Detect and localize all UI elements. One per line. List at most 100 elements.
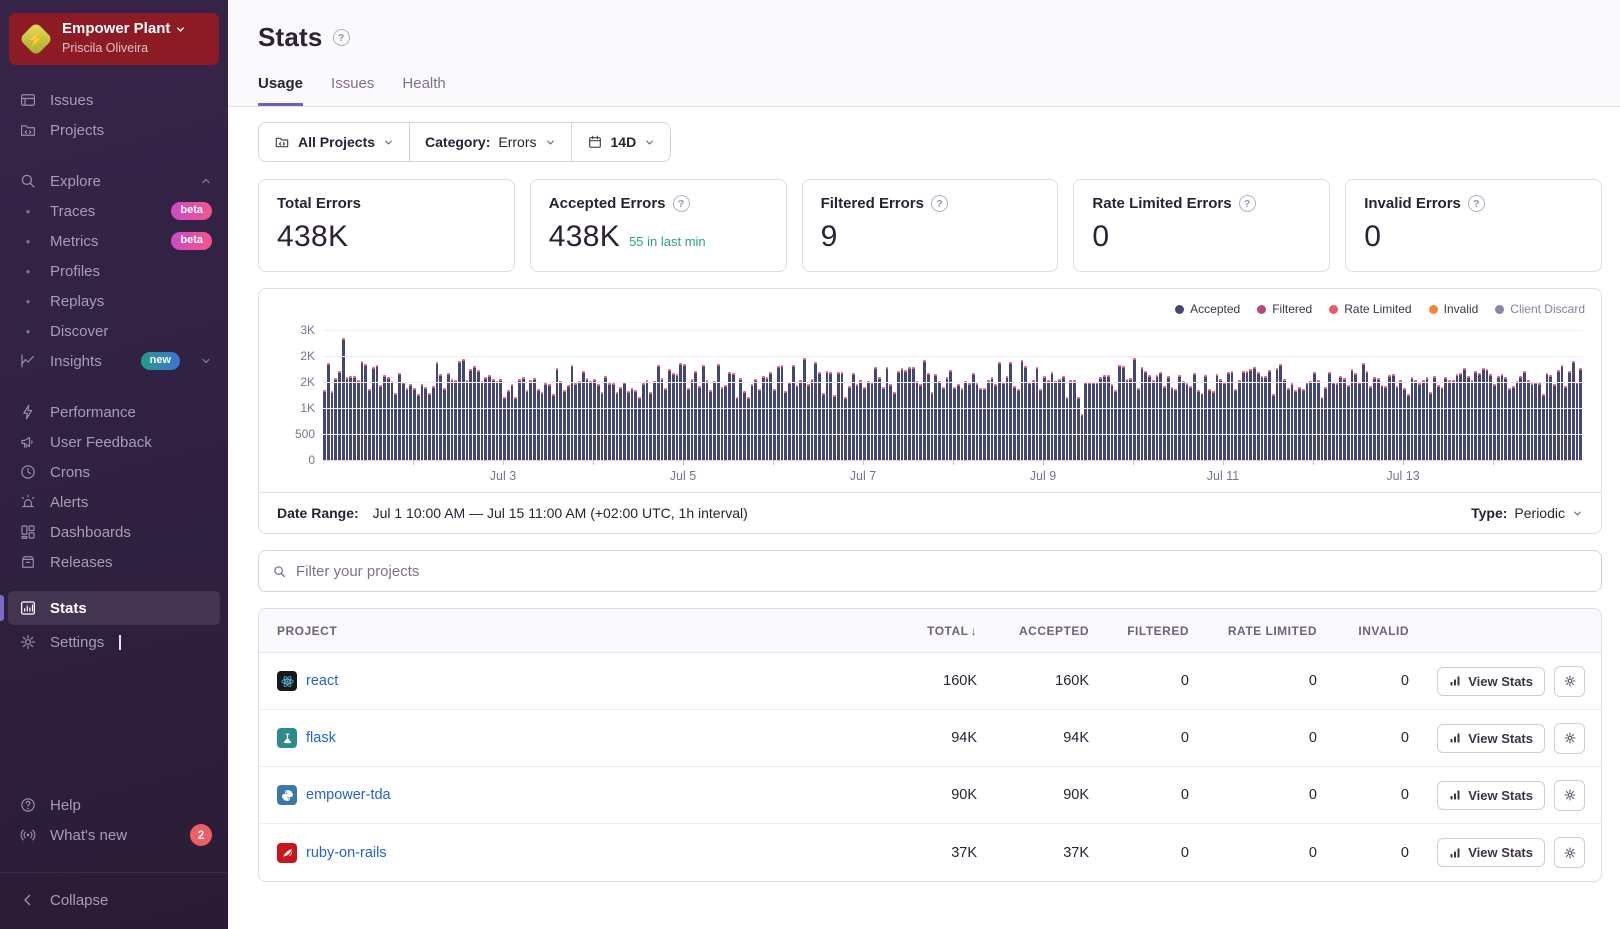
sidebar-item-dashboards[interactable]: Dashboards <box>0 517 228 547</box>
chart-bar <box>739 378 742 460</box>
x-axis-tick <box>683 460 684 465</box>
chart-bar <box>360 361 364 460</box>
invalid-errors-value: 0 <box>1364 220 1382 253</box>
help-icon[interactable]: ? <box>1238 195 1256 212</box>
col-invalid[interactable]: Invalid <box>1319 624 1411 638</box>
col-filtered[interactable]: Filtered <box>1091 624 1191 638</box>
view-stats-button[interactable]: View Stats <box>1437 666 1545 696</box>
gridline <box>323 356 1583 357</box>
search-input[interactable] <box>296 562 1588 580</box>
view-stats-button[interactable]: View Stats <box>1437 723 1545 753</box>
sidebar-item-user-feedback[interactable]: User Feedback <box>0 427 228 457</box>
project-filter-dropdown[interactable]: All Projects <box>259 123 409 161</box>
chart-bar <box>878 377 881 460</box>
chart-bar <box>1005 375 1009 460</box>
sidebar-item-discover[interactable]: • Discover <box>0 316 228 346</box>
chart-bar <box>1144 370 1147 460</box>
col-rate-limited[interactable]: Rate Limited <box>1191 624 1319 638</box>
chart-bar <box>1189 385 1192 460</box>
new-badge: new <box>140 351 180 371</box>
sidebar-item-explore[interactable]: Explore <box>0 166 228 196</box>
table-row: empower-tda 90K 90K 0 0 0 View Stats <box>259 767 1601 824</box>
sidebar-item-metrics[interactable]: • Metrics beta <box>0 226 228 256</box>
chart-bar <box>1103 375 1106 460</box>
project-link[interactable]: empower-tda <box>306 787 391 803</box>
chart-bar <box>1553 384 1556 460</box>
tab-health[interactable]: Health <box>402 75 445 106</box>
project-link[interactable]: flask <box>306 730 336 746</box>
sidebar-item-performance[interactable]: Performance <box>0 397 228 427</box>
view-stats-button[interactable]: View Stats <box>1437 838 1545 867</box>
chart-bar <box>833 395 836 460</box>
sidebar-item-help[interactable]: Help <box>0 790 228 820</box>
chart-legend: Accepted Filtered Rate Limited Invalid Clien… <box>275 302 1585 316</box>
sidebar-item-replays[interactable]: • Replays <box>0 286 228 316</box>
date-range-dropdown[interactable]: 14D <box>572 123 671 161</box>
tab-issues[interactable]: Issues <box>331 75 374 106</box>
type-dropdown[interactable]: Type: Periodic <box>1471 505 1583 521</box>
chart-bar <box>386 376 390 460</box>
calendar-icon <box>587 134 603 150</box>
chart-bar <box>690 379 694 460</box>
project-settings-button[interactable] <box>1554 665 1585 697</box>
chart-bar <box>600 391 604 460</box>
chart-bar <box>1504 377 1507 460</box>
tab-usage[interactable]: Usage <box>258 75 304 106</box>
sidebar-item-traces[interactable]: • Traces beta <box>0 196 228 226</box>
chart-bar <box>949 370 952 460</box>
sidebar-item-whats-new[interactable]: What's new 2 <box>0 820 228 850</box>
legend-item[interactable]: Accepted <box>1175 302 1240 316</box>
sidebar-item-projects[interactable]: Projects <box>0 115 228 145</box>
x-axis-tick <box>593 460 594 465</box>
sidebar-item-issues[interactable]: Issues <box>0 85 228 115</box>
project-link[interactable]: react <box>306 673 338 689</box>
gear-icon <box>20 634 36 650</box>
chart-bar <box>529 380 532 460</box>
help-icon[interactable]: ? <box>1467 195 1485 212</box>
sidebar-item-crons[interactable]: Crons <box>0 457 228 487</box>
sidebar-item-profiles[interactable]: • Profiles <box>0 256 228 286</box>
chart-bar <box>1076 397 1080 460</box>
sidebar-item-stats[interactable]: Stats <box>8 591 220 625</box>
x-axis-tick <box>1133 460 1134 465</box>
sidebar-collapse-button[interactable]: Collapse <box>0 885 228 915</box>
chart-bar <box>818 372 821 460</box>
x-axis-tick <box>503 460 504 465</box>
sidebar-item-settings[interactable]: Settings <box>0 627 228 657</box>
help-icon[interactable]: ? <box>930 195 948 212</box>
chart-bar <box>896 371 900 460</box>
sidebar-item-releases[interactable]: Releases <box>0 547 228 577</box>
legend-item[interactable]: Filtered <box>1257 302 1312 316</box>
legend-item[interactable]: Invalid <box>1428 302 1478 316</box>
project-settings-button[interactable] <box>1554 722 1585 754</box>
chart-bar <box>1391 374 1395 460</box>
help-icon[interactable]: ? <box>332 29 350 46</box>
chart-bar <box>1001 382 1005 460</box>
col-accepted[interactable]: Accepted <box>979 624 1091 638</box>
chart-bar <box>1009 361 1012 460</box>
legend-item[interactable]: Client Discard <box>1495 302 1585 316</box>
project-settings-button[interactable] <box>1554 837 1585 868</box>
total-cell: 90K <box>951 787 977 803</box>
help-icon[interactable]: ? <box>672 195 690 212</box>
chart-bar <box>1301 389 1305 460</box>
category-filter-dropdown[interactable]: Category: Errors <box>410 123 570 161</box>
project-link[interactable]: ruby-on-rails <box>306 845 387 861</box>
chart-bar <box>615 391 619 460</box>
project-settings-button[interactable] <box>1554 779 1585 811</box>
sidebar-item-alerts[interactable]: Alerts <box>0 487 228 517</box>
chart-bar <box>923 360 926 460</box>
chart-bar <box>1448 380 1451 460</box>
chart-bar <box>1238 379 1241 460</box>
view-stats-button[interactable]: View Stats <box>1437 780 1545 810</box>
chart-bar <box>1320 397 1324 460</box>
legend-item[interactable]: Rate Limited <box>1329 302 1412 316</box>
chart-bar <box>1294 390 1297 460</box>
chart-bar <box>829 371 832 460</box>
rate-limited-cell: 0 <box>1308 673 1317 689</box>
sidebar-item-insights[interactable]: Insights new <box>0 346 228 376</box>
col-total[interactable]: Total ↓ <box>869 624 979 638</box>
org-switcher[interactable]: ⚡ Empower Plant Priscila Oliveira <box>9 13 219 65</box>
projects-icon <box>274 134 290 150</box>
chart-bar <box>1088 382 1091 460</box>
